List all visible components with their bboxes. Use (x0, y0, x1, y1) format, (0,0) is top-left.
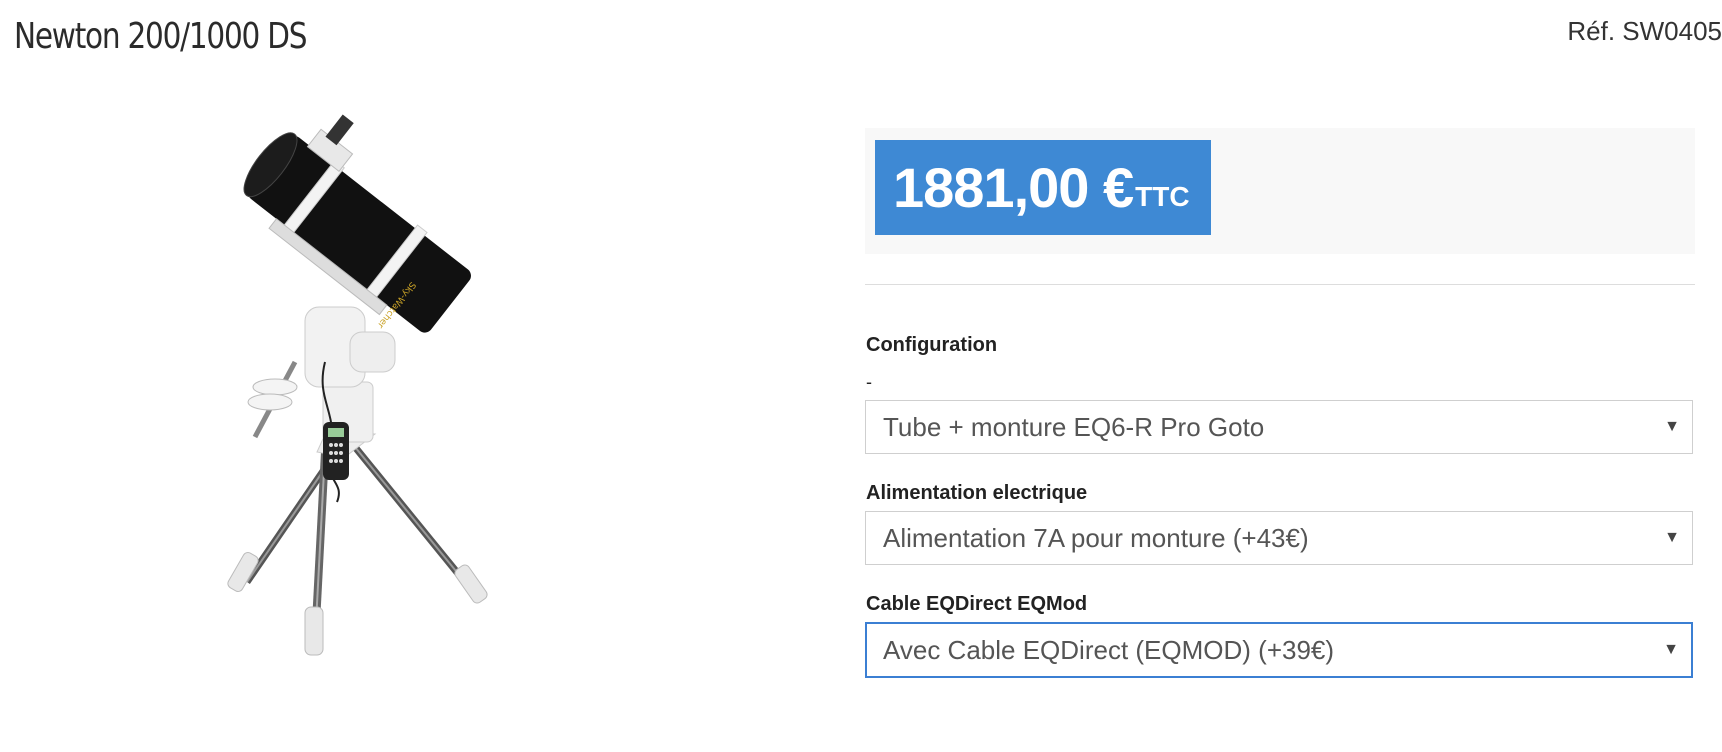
product-page: Newton 200/1000 DS Réf. SW0405 Sky-Watch… (0, 0, 1722, 752)
chevron-down-icon: ▼ (1664, 418, 1680, 435)
chevron-down-icon: ▼ (1664, 529, 1680, 546)
configuration-select[interactable]: Tube + monture EQ6-R Pro Goto ▼ (865, 400, 1693, 454)
price-amount: 1881,00 € (893, 156, 1134, 219)
chevron-down-icon: ▼ (1663, 641, 1679, 658)
power-supply-label: Alimentation electrique (866, 482, 1088, 504)
tripod-illustration (227, 429, 488, 656)
eqdirect-cable-select[interactable]: Avec Cable EQDirect (EQMOD) (+39€) ▼ (865, 622, 1693, 678)
section-divider (865, 284, 1695, 285)
configuration-label: Configuration (866, 334, 998, 356)
configuration-select-value: Tube + monture EQ6-R Pro Goto (883, 411, 1265, 442)
price-panel: 1881,00 € TTC (865, 128, 1695, 254)
power-supply-select[interactable]: Alimentation 7A pour monture (+43€) ▼ (865, 511, 1693, 565)
product-reference: Réf. SW0405 (1567, 16, 1722, 46)
eqdirect-cable-select-value: Avec Cable EQDirect (EQMOD) (+39€) (883, 634, 1335, 665)
eqdirect-cable-label: Cable EQDirect EQMod (866, 593, 1088, 615)
page-title: Newton 200/1000 DS (14, 16, 307, 57)
price-tax-label: TTC (1135, 180, 1190, 212)
price-badge: 1881,00 € TTC (875, 140, 1211, 235)
configuration-note: - (866, 372, 872, 392)
power-supply-select-value: Alimentation 7A pour monture (+43€) (883, 522, 1309, 553)
product-image[interactable]: Sky-Watcher (225, 112, 495, 672)
